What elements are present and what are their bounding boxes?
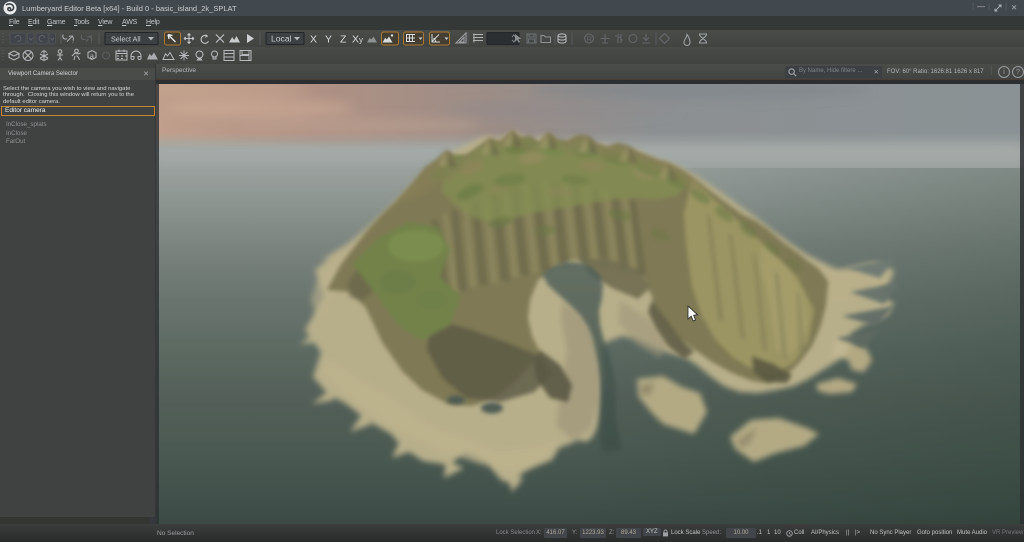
svg-text:R: R <box>587 35 593 44</box>
svg-text:a: a <box>90 54 94 61</box>
svg-text:Local: Local <box>271 34 292 44</box>
svg-text:X: X <box>310 34 317 46</box>
svg-text:Select All: Select All <box>111 35 141 44</box>
svg-text:Z: Z <box>340 34 347 46</box>
svg-text:Y: Y <box>325 34 332 46</box>
svg-text:Xy: Xy <box>352 34 363 46</box>
